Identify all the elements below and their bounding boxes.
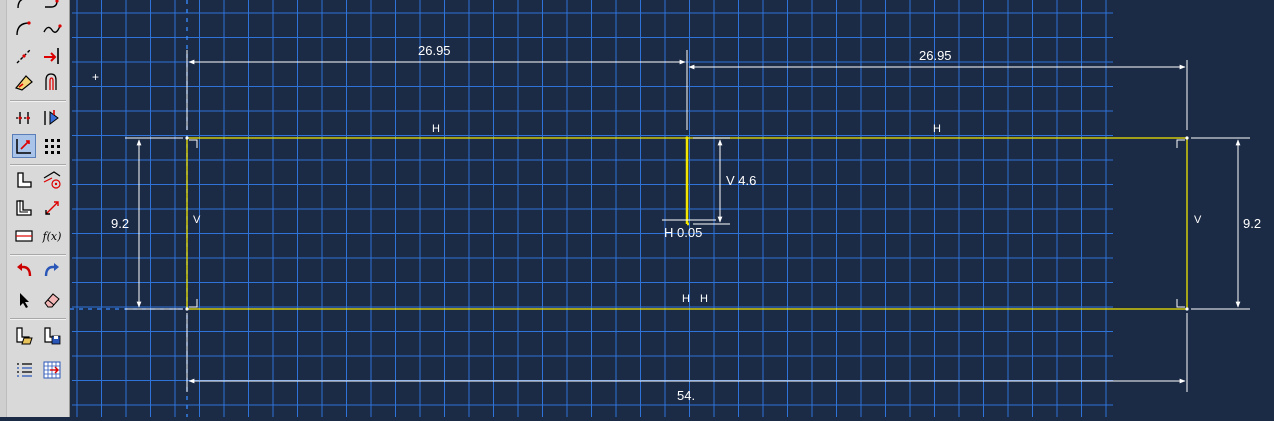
sketcher-toolbox: f(x)	[0, 0, 70, 417]
grid-icon[interactable]	[40, 358, 64, 382]
toolbox-separator	[10, 318, 66, 320]
arc-tools-icon[interactable]	[12, 0, 36, 14]
dim-total-width-value[interactable]: 54.	[677, 388, 695, 403]
select-arrow-icon[interactable]	[12, 288, 36, 312]
sketch-grid	[72, 0, 1113, 417]
sketch-geometry[interactable]	[186, 137, 1188, 310]
constraint-top-right-horizontal: H	[933, 123, 941, 135]
dim-slot-width-value[interactable]: H 0.05	[664, 225, 702, 240]
dim-top-left-value[interactable]: 26.95	[418, 43, 451, 58]
spline-icon[interactable]	[12, 16, 36, 40]
edit-dimension-icon[interactable]	[12, 134, 36, 158]
dim-right-height-value[interactable]: 9.2	[1243, 216, 1261, 231]
redo-icon[interactable]	[40, 260, 64, 284]
mirror-icon[interactable]	[40, 70, 64, 94]
constraint-right-vertical: V	[1194, 214, 1202, 226]
dim-slot-depth-value[interactable]: V 4.6	[726, 173, 756, 188]
sketch-tool-icon[interactable]	[40, 196, 64, 220]
open-sketch-icon[interactable]	[12, 324, 36, 348]
dim-top-right-value[interactable]: 26.95	[919, 48, 952, 63]
constraint-top-left-horizontal: H	[432, 123, 440, 135]
parameter-manager-icon[interactable]	[12, 196, 36, 220]
add-constraint-icon[interactable]	[12, 106, 36, 130]
dim-left-height-value[interactable]: 9.2	[111, 216, 129, 231]
constraint-bottom-horizontal-1: H	[682, 293, 690, 305]
toolbox-grip	[0, 0, 7, 417]
dimension-icon[interactable]	[12, 70, 36, 94]
undo-icon[interactable]	[12, 260, 36, 284]
toolbox-separator	[10, 254, 66, 256]
crosshair-origin-marker: +	[92, 70, 99, 84]
toolbox-separator	[10, 100, 66, 102]
function-label: f(x)	[42, 229, 62, 243]
sketch-canvas[interactable]: + 26.95 26.95 9.2 9.2 V 4.6 H 0.05 54. H…	[70, 0, 1274, 417]
function-icon[interactable]: f(x)	[40, 224, 64, 248]
eraser-icon[interactable]	[40, 288, 64, 312]
constraint-left-vertical: V	[193, 214, 201, 226]
construction-line-icon[interactable]	[40, 16, 64, 40]
offset-icon[interactable]	[12, 44, 36, 68]
function-rect-icon[interactable]	[12, 224, 36, 248]
trim-extend-icon[interactable]	[40, 44, 64, 68]
constraint-bottom-horizontal-2: H	[700, 293, 708, 305]
measure-icon[interactable]	[40, 168, 64, 192]
toolbox-separator	[10, 164, 66, 166]
translate-icon[interactable]	[12, 168, 36, 192]
sketch-options-icon[interactable]	[12, 358, 36, 382]
save-sketch-icon[interactable]	[40, 324, 64, 348]
fillet-icon[interactable]	[40, 0, 64, 14]
grid-options-icon[interactable]	[40, 106, 64, 130]
auto-trim-icon[interactable]	[40, 134, 64, 158]
